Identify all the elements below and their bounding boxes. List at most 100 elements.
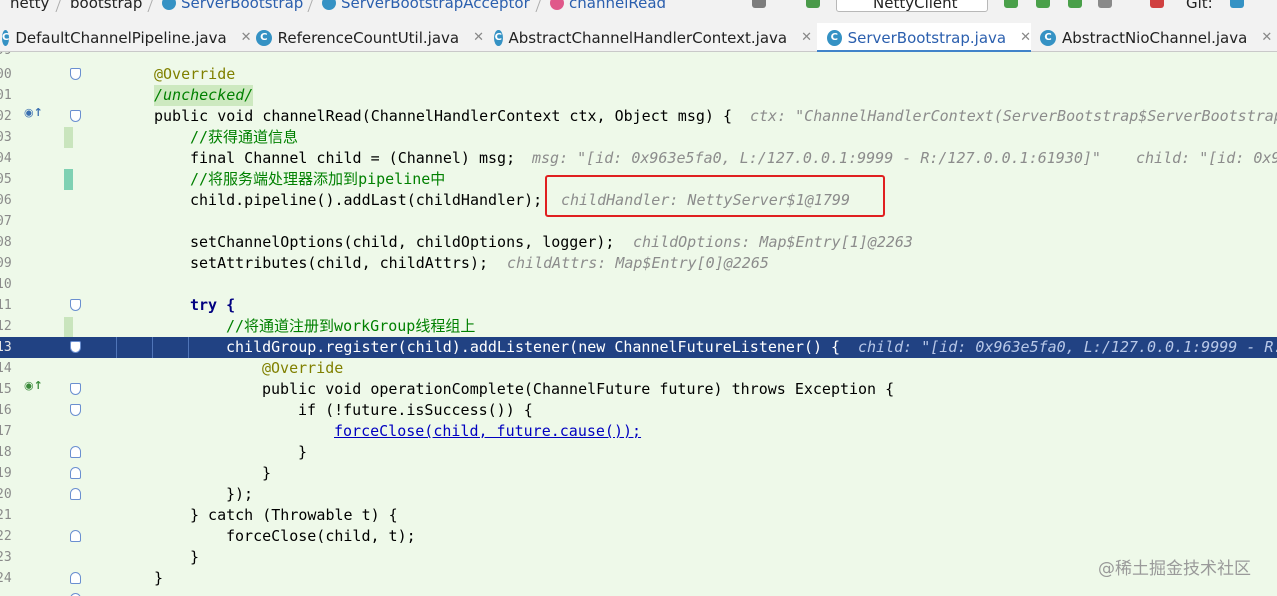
debug-icon[interactable] (1036, 0, 1050, 8)
close-icon[interactable]: ✕ (473, 30, 484, 45)
tab-abstractchannelhandlercontext[interactable]: C AbstractChannelHandlerContext.java ✕ (494, 23, 812, 52)
stop-icon[interactable] (1150, 0, 1164, 8)
coverage-icon[interactable] (1068, 0, 1082, 8)
comment-text: //获得通道信息 (190, 128, 299, 146)
inline-debug-value: ctx: "ChannelHandlerContext(ServerBootst… (750, 107, 1277, 125)
code-editor[interactable]: 99 00 @Override 01 /unchecked/ 02 ◉↑ pub… (0, 52, 1277, 596)
breadcrumb-netty[interactable]: netty (10, 0, 49, 12)
code-line: 09 setAttributes(child, childAttrs); chi… (0, 253, 1277, 274)
class-icon: C (494, 29, 503, 46)
code-text: public void operationComplete(ChannelFut… (262, 380, 895, 398)
tab-referencecountutil[interactable]: C ReferenceCountUtil.java ✕ (256, 23, 484, 52)
code-line: 22 forceClose(child, t); (0, 526, 1277, 547)
code-line: 17 forceClose(child, future.cause()); (0, 421, 1277, 442)
fold-marker-icon[interactable] (70, 404, 81, 416)
breadcrumb-label: netty (10, 0, 50, 12)
breadcrumb-bootstrap[interactable]: bootstrap (70, 0, 142, 12)
line-number: 02 (0, 109, 12, 124)
close-icon[interactable]: ✕ (1020, 30, 1031, 45)
code-text: public void channelRead(ChannelHandlerCo… (154, 107, 732, 125)
line-number: 05 (0, 172, 12, 187)
fold-marker-icon[interactable] (70, 446, 81, 458)
hammer-icon[interactable] (806, 0, 820, 8)
breadcrumb-acceptor[interactable]: ServerBootstrapAcceptor (322, 0, 530, 12)
code-line: 12 //将通道注册到workGroup线程组上 (0, 316, 1277, 337)
line-number: 20 (0, 487, 12, 502)
code-text: }); (226, 485, 254, 503)
navigation-bar: netty bootstrap ServerBootstrap ServerBo… (0, 0, 1277, 12)
line-number: 13 (0, 340, 12, 355)
line-number: 19 (0, 466, 12, 481)
run-configuration-select[interactable]: NettyClient (836, 0, 988, 12)
line-number: 00 (0, 67, 12, 82)
line-number: 11 (0, 298, 12, 313)
git-update-icon[interactable] (1230, 0, 1244, 8)
code-line: 04 final Channel child = (Channel) msg; … (0, 148, 1277, 169)
line-number: 14 (0, 361, 12, 376)
inline-debug-value: childAttrs: Map$Entry[0]@2265 (507, 254, 769, 272)
code-line: 18 } (0, 442, 1277, 463)
close-icon[interactable]: ✕ (801, 30, 812, 45)
inline-debug-value: child: "[id: 0x963e5fa0, L:/127.0.0.1:99… (858, 338, 1277, 356)
code-line: 11 try { (0, 295, 1277, 316)
close-icon[interactable]: ✕ (241, 30, 252, 45)
code-line: 23 } (0, 547, 1277, 568)
fold-marker-icon[interactable] (70, 110, 81, 122)
code-text: if (!future.isSuccess()) { (298, 401, 533, 419)
inline-debug-value: msg: "[id: 0x963e5fa0, L:/127.0.0.1:9999… (532, 149, 1101, 167)
fold-marker-icon[interactable] (70, 299, 81, 311)
fold-marker-icon[interactable] (70, 68, 81, 80)
line-number: 10 (0, 277, 12, 292)
code-text: } (190, 548, 200, 566)
fold-marker-icon[interactable] (70, 467, 81, 479)
line-number: 17 (0, 424, 12, 439)
line-number: 04 (0, 151, 12, 166)
watermark: @稀土掘金技术社区 (1098, 559, 1251, 579)
code-text: childGroup.register(child).addListener(n… (226, 338, 841, 356)
override-icon[interactable]: ◉↑ (24, 106, 43, 119)
fold-marker-icon[interactable] (70, 530, 81, 542)
line-number: 07 (0, 214, 12, 229)
code-text: try { (190, 296, 236, 314)
git-label[interactable]: Git: (1186, 0, 1213, 12)
fold-marker-icon[interactable] (70, 383, 81, 395)
breadcrumb-channelread[interactable]: channelRead (550, 0, 666, 12)
tab-label: AbstractNioChannel.java (1062, 28, 1248, 47)
fold-marker-icon[interactable] (70, 341, 81, 353)
class-icon (322, 0, 336, 10)
profile-icon[interactable] (1098, 0, 1112, 8)
fold-marker-icon[interactable] (70, 488, 81, 500)
line-number: 09 (0, 256, 12, 271)
breadcrumb-label: ServerBootstrapAcceptor (341, 0, 530, 12)
tab-serverbootstrap[interactable]: C ServerBootstrap.java ✕ (817, 23, 1031, 53)
breadcrumb-label: ServerBootstrap (181, 0, 304, 12)
tab-defaultchannelpipeline[interactable]: C DefaultChannelPipeline.java ✕ (0, 23, 252, 52)
method-icon (550, 0, 564, 10)
code-line: 99 (0, 52, 1277, 61)
line-number: 12 (0, 319, 12, 334)
comment-text: //将服务端处理器添加到pipeline中 (190, 170, 446, 188)
run-configuration-label: NettyClient (873, 0, 958, 12)
code-line: 02 ◉↑ public void channelRead(ChannelHan… (0, 106, 1277, 127)
tab-label: AbstractChannelHandlerContext.java (508, 28, 788, 47)
implements-icon[interactable]: ◉↑ (24, 379, 43, 392)
code-line: 08 setChannelOptions(child, childOptions… (0, 232, 1277, 253)
fold-marker-icon[interactable] (70, 572, 81, 584)
close-icon[interactable]: ✕ (1261, 30, 1272, 45)
class-icon: C (256, 29, 272, 46)
highlight-box (545, 175, 885, 217)
suppress-comment: /unchecked/ (154, 86, 254, 104)
line-number: 16 (0, 403, 12, 418)
breadcrumb-label: bootstrap (70, 0, 143, 12)
code-line: 20 }); (0, 484, 1277, 505)
code-line: 14 @Override (0, 358, 1277, 379)
rerun-icon[interactable] (1004, 0, 1018, 8)
code-text: } (262, 464, 272, 482)
class-icon: C (827, 29, 842, 46)
user-icon[interactable] (752, 0, 766, 8)
breadcrumb-serverbootstrap[interactable]: ServerBootstrap (162, 0, 303, 12)
line-number: 21 (0, 508, 12, 523)
line-number: 99 (0, 52, 16, 61)
tab-abstractniochannel[interactable]: C AbstractNioChannel.java ✕ (1040, 23, 1277, 52)
code-link[interactable]: forceClose(child, future.cause()); (334, 421, 641, 442)
